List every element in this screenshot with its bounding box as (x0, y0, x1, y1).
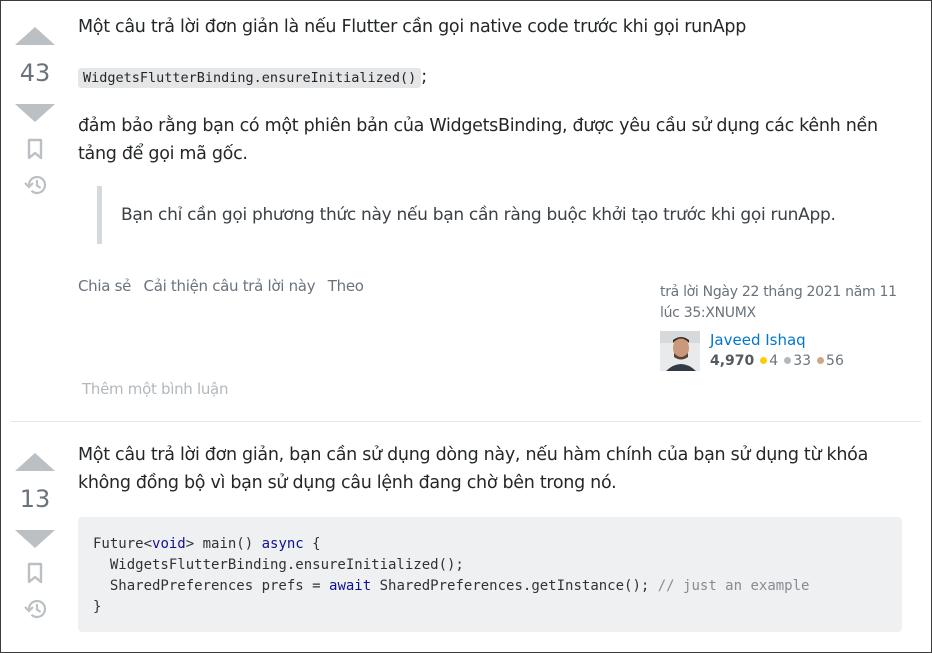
downvote-button[interactable] (15, 104, 55, 122)
history-icon[interactable] (23, 174, 47, 196)
user-info: Javeed Ishaq 4,970 4 33 56 (660, 331, 900, 372)
code-line-2: WidgetsFlutterBinding.ensureInitialized(… (93, 557, 464, 573)
upvote-button[interactable] (15, 453, 55, 471)
vote-column: 43 (13, 27, 57, 196)
follow-link[interactable]: Theo (328, 277, 364, 295)
gold-badge-count: 4 (769, 353, 779, 369)
bronze-badge-count: 56 (826, 353, 844, 369)
answered-time: trả lời Ngày 22 tháng 2021 năm 11 lúc 35… (660, 284, 897, 321)
silver-badge-dot (784, 357, 792, 364)
inline-code-line: WidgetsFlutterBinding.ensureInitialized(… (78, 63, 908, 91)
blockquote-text: Bạn chỉ cần gọi phương thức này nếu bạn … (121, 205, 836, 225)
bronze-badge-dot (817, 357, 825, 364)
reputation-score: 4,970 (710, 353, 755, 369)
silver-badge-count: 33 (793, 353, 812, 369)
bookmark-icon[interactable] (26, 562, 44, 584)
answer-intro: Một câu trả lời đơn giản, bạn cần sử dụn… (78, 445, 868, 493)
vote-column: 13 (13, 453, 57, 620)
improve-answer-link[interactable]: Cải thiện câu trả lời này (144, 277, 316, 295)
code-comment: // just an example (657, 578, 810, 594)
answer-2: 13 Một câu trả lời đơn giản, bạn cần sử … (1, 422, 931, 652)
code-keyword: await (329, 578, 372, 594)
user-reputation-row: 4,970 4 33 56 (710, 350, 844, 372)
inline-code: WidgetsFlutterBinding.ensureInitialized(… (78, 68, 422, 88)
code-block: Future<void> main() async { WidgetsFlutt… (78, 517, 902, 632)
code-line-1: Future<void> main() async { (93, 534, 887, 555)
avatar[interactable] (660, 331, 700, 371)
code-keyword: async (261, 536, 304, 552)
code-line-3: SharedPreferences prefs = await SharedPr… (93, 576, 887, 597)
code-token: Future< (93, 536, 153, 552)
answer-1: 43 Một câu trả lời đơn giản là nếu Flutt… (1, 1, 931, 421)
history-icon[interactable] (23, 598, 47, 620)
downvote-button[interactable] (15, 530, 55, 548)
user-name[interactable]: Javeed Ishaq (710, 331, 844, 350)
code-token: SharedPreferences.getInstance(); (371, 578, 658, 594)
answer-body: Một câu trả lời đơn giản, bạn cần sử dụn… (78, 441, 878, 497)
code-keyword: void (152, 536, 186, 552)
vote-count: 13 (19, 485, 51, 513)
answer-body: Một câu trả lời đơn giản là nếu Flutter … (78, 13, 908, 295)
code-token: { (303, 536, 321, 552)
bookmark-icon[interactable] (26, 138, 44, 160)
code-token: SharedPreferences prefs = (93, 578, 330, 594)
gold-badge-dot (760, 357, 768, 364)
page-frame: 43 Một câu trả lời đơn giản là nếu Flutt… (0, 0, 932, 653)
user-card: trả lời Ngày 22 tháng 2021 năm 11 lúc 35… (660, 282, 900, 372)
code-token: > main() (185, 536, 262, 552)
answer-intro: Một câu trả lời đơn giản là nếu Flutter … (78, 17, 747, 37)
share-link[interactable]: Chia sẻ (78, 277, 131, 295)
avatar-image (660, 331, 700, 371)
vote-count: 43 (19, 59, 51, 87)
answer-paragraph: đảm bảo rằng bạn có một phiên bản của Wi… (78, 116, 878, 164)
blockquote: Bạn chỉ cần gọi phương thức này nếu bạn … (97, 186, 908, 244)
add-comment-link[interactable]: Thêm một bình luận (82, 380, 228, 398)
upvote-button[interactable] (15, 27, 55, 45)
code-line-4: } (93, 599, 102, 615)
user-details: Javeed Ishaq 4,970 4 33 56 (710, 331, 844, 372)
inline-code-suffix: ; (421, 67, 427, 87)
